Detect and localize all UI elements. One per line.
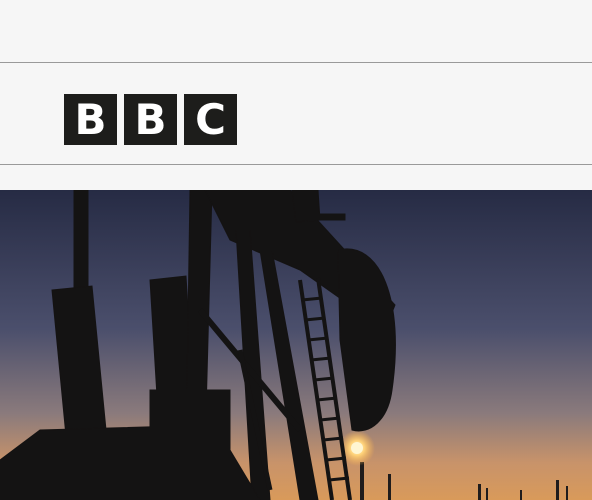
logo-letter-b2: B [124,94,177,145]
bbc-logo[interactable]: B B C [64,94,237,145]
hero-image [0,190,592,500]
logo-letter-c: C [184,94,237,145]
page: B B C [0,0,592,500]
bottom-divider [0,164,592,165]
logo-letter-b1: B [64,94,117,145]
top-bar [0,0,592,62]
oil-pump-illustration [0,190,592,500]
